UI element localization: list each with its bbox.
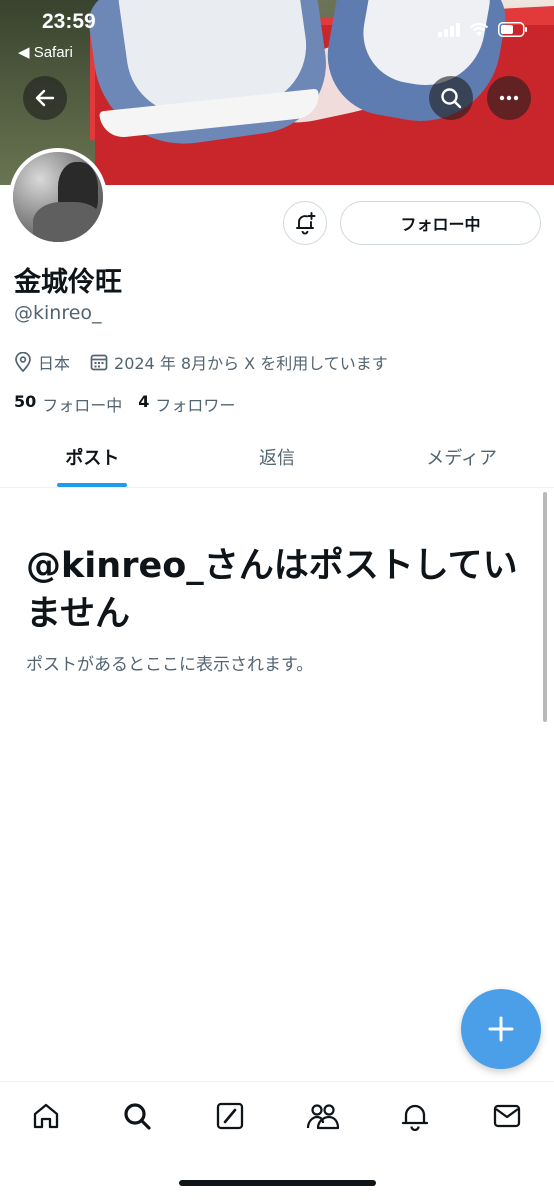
home-icon	[33, 1103, 59, 1129]
nav-home[interactable]	[23, 1098, 69, 1134]
location-text: 日本	[38, 354, 71, 373]
tab-posts[interactable]: ポスト	[0, 426, 185, 487]
status-icons	[438, 22, 528, 37]
following-label: フォロー中	[42, 396, 123, 415]
empty-state-title: @kinreo_さんはポストしていません	[26, 546, 518, 634]
empty-state-subtitle: ポストがあるとここに表示されます。	[26, 655, 314, 675]
notification-subscribe-button[interactable]	[283, 201, 327, 245]
following-count-link[interactable]: 50 フォロー中	[14, 392, 122, 416]
active-tab-indicator	[57, 483, 128, 487]
tab-label: ポスト	[65, 447, 120, 469]
joined-text: 2024 年 8月から X を利用しています	[114, 354, 388, 373]
nav-notifications[interactable]	[392, 1098, 438, 1134]
nav-search[interactable]	[114, 1098, 160, 1134]
following-count: 50	[14, 392, 37, 411]
communities-icon	[306, 1104, 340, 1130]
bell-plus-icon	[296, 212, 316, 235]
joined-info: 2024 年 8月から X を利用しています	[90, 350, 388, 374]
followers-label: フォロワー	[155, 396, 236, 415]
nav-grok[interactable]	[207, 1098, 253, 1134]
back-button[interactable]	[23, 76, 67, 120]
calendar-icon	[90, 354, 108, 371]
grok-icon	[216, 1102, 244, 1130]
more-options-button[interactable]	[487, 76, 531, 120]
arrow-left-icon	[35, 89, 55, 107]
location-info: 日本	[14, 350, 70, 374]
display-name: 金城伶旺	[14, 267, 122, 298]
profile-avatar[interactable]	[9, 148, 107, 246]
home-indicator[interactable]	[179, 1180, 376, 1186]
follow-counts: 50 フォロー中 4 フォロワー	[14, 392, 251, 416]
search-icon	[441, 88, 462, 109]
location-pin-icon	[15, 352, 31, 372]
search-icon	[124, 1103, 151, 1130]
nav-communities[interactable]	[300, 1098, 346, 1134]
compose-post-button[interactable]	[461, 989, 541, 1069]
tab-replies[interactable]: 返信	[185, 426, 370, 487]
user-handle: @kinreo_	[14, 302, 102, 324]
more-horizontal-icon	[499, 95, 519, 101]
cellular-signal-icon	[438, 23, 460, 37]
messages-icon	[493, 1104, 521, 1128]
search-button[interactable]	[429, 76, 473, 120]
wifi-icon	[469, 22, 489, 36]
status-time: 23:59	[42, 10, 96, 33]
back-to-safari-link[interactable]: ◀ Safari	[18, 43, 73, 61]
plus-icon	[488, 1016, 514, 1042]
tab-label: メディア	[426, 447, 498, 469]
profile-tabs: ポスト 返信 メディア	[0, 426, 554, 488]
followers-count: 4	[138, 392, 150, 411]
profile-meta: 日本 2024 年 8月から X を利用しています	[14, 350, 408, 374]
followers-count-link[interactable]: 4 フォロワー	[138, 392, 235, 416]
scrollbar[interactable]	[543, 492, 547, 722]
nav-messages[interactable]	[484, 1098, 530, 1134]
tab-label: 返信	[259, 447, 295, 469]
following-button[interactable]: フォロー中	[340, 201, 541, 245]
notifications-icon	[401, 1104, 429, 1131]
battery-icon	[498, 22, 527, 37]
tab-media[interactable]: メディア	[369, 426, 554, 487]
